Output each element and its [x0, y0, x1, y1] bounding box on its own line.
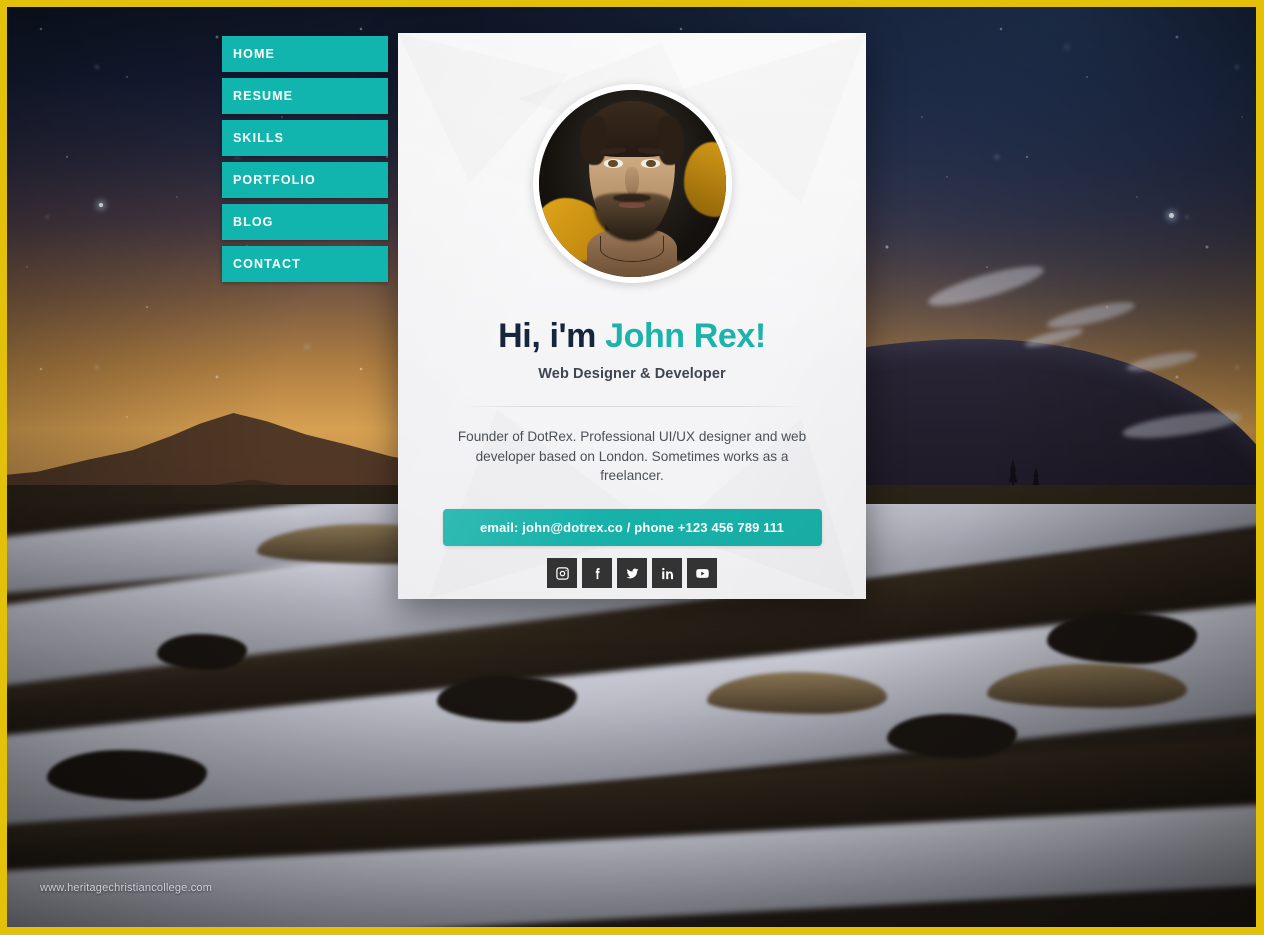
avatar-moustache [613, 193, 651, 202]
avatar-necklace [600, 235, 664, 263]
profile-subtitle: Web Designer & Developer [538, 366, 726, 383]
bright-star [1169, 213, 1174, 218]
avatar-mouth [618, 202, 646, 209]
page-frame: www.heritagechristiancollege.com HOME RE… [0, 0, 1264, 935]
twitter-icon[interactable] [617, 558, 647, 589]
headline-greeting: Hi, i'm [498, 317, 606, 355]
avatar [532, 84, 732, 283]
avatar-iris-right [646, 159, 656, 168]
page-title: Hi, i'm John Rex! [498, 317, 766, 355]
nav-item-blog[interactable]: BLOG [222, 204, 388, 240]
nav-item-contact[interactable]: CONTACT [222, 246, 388, 282]
site-watermark: www.heritagechristiancollege.com [40, 882, 213, 894]
social-links [547, 558, 717, 589]
rock [47, 749, 207, 800]
avatar-iris-left [608, 159, 618, 168]
main-navigation: HOME RESUME SKILLS PORTFOLIO BLOG CONTAC… [222, 36, 388, 282]
rock [1047, 611, 1197, 664]
youtube-icon[interactable] [687, 558, 717, 589]
bright-star [99, 203, 103, 207]
rock [157, 633, 247, 670]
nav-item-portfolio[interactable]: PORTFOLIO [222, 162, 388, 198]
profile-bio: Founder of DotRex. Professional UI/UX de… [457, 429, 807, 483]
linkedin-icon[interactable] [652, 558, 682, 589]
instagram-icon[interactable] [547, 558, 577, 589]
contact-bar[interactable]: email: john@dotrex.co / phone +123 456 7… [442, 509, 822, 547]
nav-item-skills[interactable]: SKILLS [222, 120, 388, 156]
rock [887, 713, 1017, 758]
headline-name: John Rex! [605, 317, 766, 355]
nav-item-resume[interactable]: RESUME [222, 78, 388, 114]
avatar-hair-left [579, 116, 606, 165]
profile-card: Hi, i'm John Rex! Web Designer & Develop… [398, 33, 866, 599]
avatar-nose [625, 166, 639, 195]
avatar-yellow-cloth-right [684, 142, 726, 218]
rock [437, 675, 577, 722]
nav-item-home[interactable]: HOME [222, 36, 388, 72]
section-divider [459, 406, 805, 408]
facebook-icon[interactable] [582, 558, 612, 589]
